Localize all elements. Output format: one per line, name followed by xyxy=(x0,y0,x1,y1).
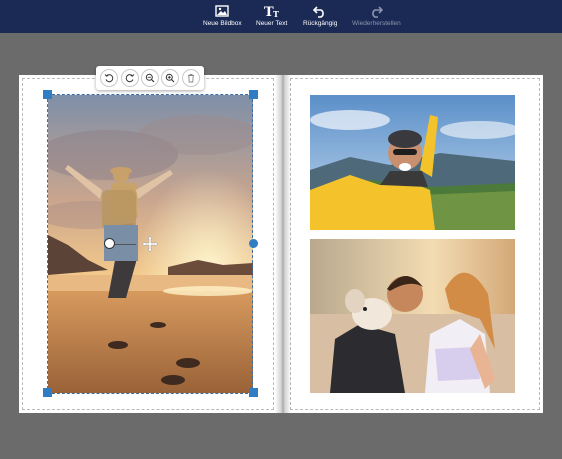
resize-handle-top-right[interactable] xyxy=(249,90,258,99)
undo-label: Rückgängig xyxy=(303,20,338,27)
redo-icon xyxy=(368,3,384,18)
zoom-out-button[interactable] xyxy=(140,69,159,87)
rotate-left-button[interactable] xyxy=(100,69,119,87)
resize-handle-right[interactable] xyxy=(249,239,258,248)
redo-label: Wiederherstellen xyxy=(352,20,401,27)
new-text-label: Neuer Text xyxy=(256,20,288,27)
delete-button[interactable] xyxy=(181,69,200,87)
rotate-right-icon xyxy=(125,74,134,83)
resize-handle-bottom-left[interactable] xyxy=(43,388,52,397)
book-spine xyxy=(275,75,291,413)
zoom-in-icon xyxy=(166,73,175,83)
rotate-left-icon xyxy=(104,74,114,83)
top-toolbar: Neue Bildbox TT Neuer Text Rückgängig Wi… xyxy=(0,0,562,33)
zoom-out-icon xyxy=(145,73,155,83)
resize-handle-bottom-right[interactable] xyxy=(249,388,258,397)
move-icon[interactable] xyxy=(141,235,159,253)
new-image-box-button[interactable]: Neue Bildbox xyxy=(203,3,242,31)
svg-text:T: T xyxy=(273,9,279,18)
resize-handle-top-left[interactable] xyxy=(43,90,52,99)
new-text-button[interactable]: TT Neuer Text xyxy=(256,3,287,31)
text-icon: TT xyxy=(264,3,280,18)
zoom-in-button[interactable] xyxy=(161,69,180,87)
rotate-right-button[interactable] xyxy=(120,69,139,87)
selfie-photo[interactable] xyxy=(310,95,515,230)
undo-icon xyxy=(312,3,328,18)
new-image-box-label: Neue Bildbox xyxy=(203,20,242,27)
couple-photo[interactable] xyxy=(310,239,515,393)
redo-button[interactable]: Wiederherstellen xyxy=(352,3,401,31)
undo-button[interactable]: Rückgängig xyxy=(303,3,337,31)
image-edit-toolbar xyxy=(96,66,204,90)
zoom-slider-knob[interactable] xyxy=(104,238,115,249)
trash-icon xyxy=(187,74,194,83)
image-box-icon xyxy=(214,3,230,18)
